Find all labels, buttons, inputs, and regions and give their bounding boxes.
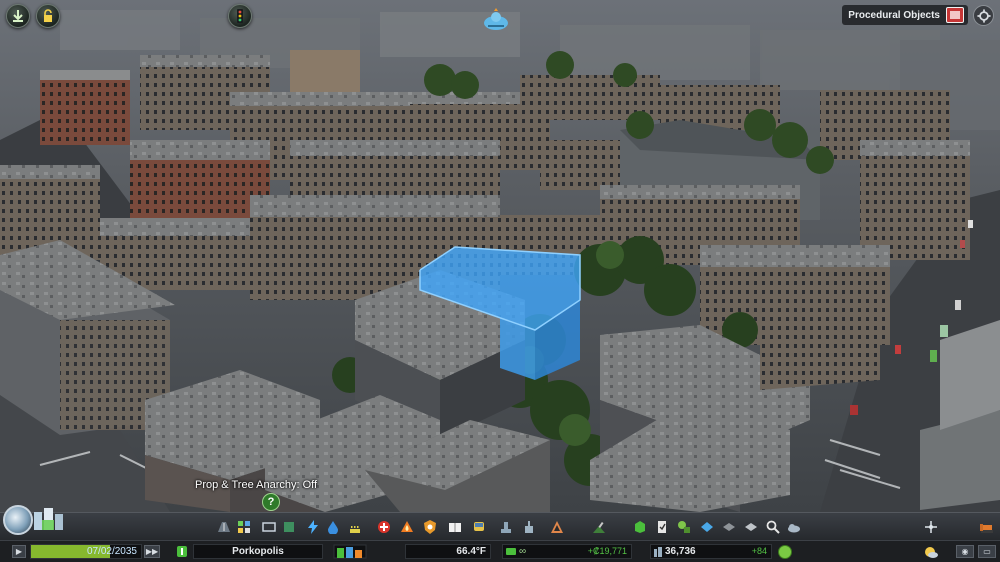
garbage-icon[interactable] (348, 520, 362, 534)
main-toolbar (0, 512, 1000, 540)
settings-button[interactable] (973, 5, 994, 26)
chirper-button[interactable] (482, 8, 510, 32)
move-it-icon[interactable] (924, 520, 938, 534)
income-amount: +₡19,771 (587, 546, 627, 556)
weather-icon[interactable] (787, 520, 801, 534)
screen-icon: ▭ (983, 547, 991, 556)
gear-icon (976, 8, 991, 23)
water-tools-icon[interactable] (700, 520, 714, 534)
education-icon[interactable] (448, 520, 462, 534)
monuments-icon[interactable] (550, 520, 564, 534)
decoration-icon[interactable] (633, 520, 647, 534)
fast-forward-icon: ▶▶ (145, 547, 159, 556)
info-views-button[interactable] (6, 4, 30, 28)
happy-face-icon[interactable] (778, 545, 792, 559)
population-count: 36,736 (665, 546, 696, 557)
money-display[interactable]: ∞ +₡19,771 (502, 544, 632, 559)
roads-icon[interactable] (217, 520, 231, 534)
bulldozer-icon[interactable] (980, 520, 994, 534)
prop-tree-anarchy-label: Prop & Tree Anarchy: Off (195, 479, 318, 491)
population-display[interactable]: 36,736 +84 (650, 544, 772, 559)
population-icon (654, 547, 662, 557)
zoning-icon[interactable] (237, 520, 251, 534)
unlock-icon (44, 9, 52, 22)
money-icon (506, 548, 516, 555)
speed-button[interactable]: ▶▶ (144, 545, 160, 558)
zone-demand-icon[interactable] (333, 544, 367, 559)
city-info-icon[interactable] (176, 545, 188, 558)
surface-icon[interactable] (722, 520, 736, 534)
traffic-light-icon (237, 9, 243, 23)
camera-icon: ◉ (961, 547, 969, 556)
themes-icon[interactable] (744, 520, 758, 534)
procedural-objects-icon (946, 7, 964, 23)
play-icon: ▶ (15, 547, 23, 556)
city-viewport[interactable] (0, 0, 1000, 512)
city-name[interactable]: Porkopolis (193, 544, 323, 559)
landscaping-icon[interactable] (592, 520, 606, 534)
parks-icon[interactable] (499, 520, 513, 534)
date-text: 07/02/2035 (86, 546, 137, 557)
healthcare-icon[interactable] (377, 520, 391, 534)
city-logo-button[interactable] (3, 505, 33, 535)
chirper-bird-icon (484, 8, 508, 30)
info-bar: ▶ 07/02/2035 ▶▶ Porkopolis 66.4°F ∞ +₡19… (0, 540, 1000, 562)
camera-button[interactable]: ◉ (956, 545, 974, 558)
temperature: 66.4°F (405, 544, 491, 559)
unique-buildings-icon[interactable] (522, 520, 536, 534)
milestone-icon[interactable] (30, 506, 78, 532)
unlocking-button[interactable] (36, 4, 60, 28)
fire-icon[interactable] (400, 520, 414, 534)
police-icon[interactable] (423, 520, 437, 534)
traffic-routes-button[interactable] (228, 4, 252, 28)
pause-play-button[interactable]: ▶ (12, 545, 26, 558)
electricity-icon[interactable] (306, 520, 320, 534)
procedural-objects-label: Procedural Objects (848, 9, 940, 21)
policies-icon[interactable] (655, 520, 669, 534)
info-views-icon (13, 10, 23, 22)
population-delta: +84 (751, 546, 767, 556)
city-scene (0, 0, 1000, 512)
date-display: 07/02/2035 (30, 544, 142, 559)
find-it-icon[interactable] (766, 520, 780, 534)
anarchy-help-button[interactable]: ? (262, 493, 280, 511)
procedural-objects-panel[interactable]: Procedural Objects (842, 5, 968, 25)
money-amount: ∞ (519, 546, 527, 557)
weather-condition-icon (925, 547, 938, 558)
props-icon[interactable] (677, 520, 691, 534)
area-icon[interactable] (282, 520, 296, 534)
free-camera-button[interactable]: ▭ (978, 545, 996, 558)
districts-icon[interactable] (262, 520, 276, 534)
transport-icon[interactable] (472, 520, 486, 534)
water-icon[interactable] (326, 520, 340, 534)
